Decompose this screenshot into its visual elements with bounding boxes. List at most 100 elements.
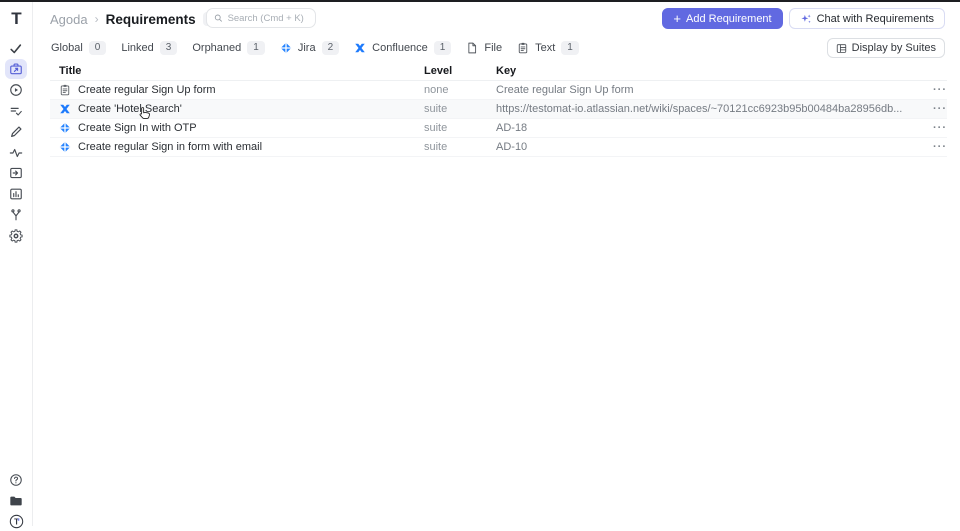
filter-jira[interactable]: Jira 2 [280,41,340,55]
filter-global-label: Global [51,42,83,54]
sidebar-item-runs[interactable] [5,80,27,100]
play-circle-icon [10,84,22,96]
filter-bar: Global 0 Linked 3 Orphaned 1 Jira 2 Conf… [51,39,579,57]
gear-icon [9,229,23,243]
row-title[interactable]: Create regular Sign Up form [78,84,216,96]
row-level: suite [424,141,448,153]
sidebar-item-requirements[interactable] [5,59,27,79]
row-title-cell: Create Sign In with OTP [50,122,424,134]
table-row[interactable]: Create 'Hotel Search' suite https://test… [50,100,947,119]
app-logo[interactable]: T [0,8,33,30]
table-layout-icon [836,43,846,53]
filter-confluence-count: 1 [433,41,452,55]
filter-confluence-label: Confluence [372,42,428,54]
filter-file[interactable]: File [466,42,502,54]
search-icon [214,14,222,22]
clipboard-icon [60,84,70,96]
display-by-suites-label: Display by Suites [851,42,936,54]
table-row[interactable]: Create Sign In with OTP suite AD-18 ··· [50,119,947,138]
sidebar-item-plans[interactable] [5,101,27,121]
filter-global-count: 0 [88,41,107,55]
sidebar-item-reports[interactable] [5,184,27,204]
sidebar-item-profile[interactable]: T [5,511,27,531]
confluence-icon [60,104,70,114]
sidebar-item-branches[interactable] [5,205,27,225]
requirements-table: Title Level Key Create regular Sign Up f… [50,62,947,157]
table-header: Title Level Key [50,62,947,81]
chat-with-requirements-label: Chat with Requirements [816,12,934,25]
filter-orphaned-count: 1 [247,41,265,55]
pulse-icon [9,148,23,158]
column-header-title[interactable]: Title [50,65,424,77]
row-level: suite [424,103,448,115]
display-by-suites-button[interactable]: Display by Suites [826,38,945,58]
search-box[interactable] [206,8,316,28]
filter-file-label: File [484,42,503,54]
table-row[interactable]: Create regular Sign in form with email s… [50,138,947,157]
sidebar-item-settings[interactable] [5,226,27,246]
filter-jira-label: Jira [297,42,316,54]
sidebar: T T [0,2,33,528]
filter-text-count: 1 [561,41,579,55]
row-menu-button[interactable]: ··· [917,141,947,153]
page-title: Requirements [105,11,196,27]
chart-icon [10,188,22,200]
sidebar-item-help[interactable] [5,470,27,490]
sidebar-item-tests[interactable] [5,39,27,59]
file-icon [468,42,477,54]
filter-text[interactable]: Text 1 [517,41,579,55]
pen-icon [11,126,22,137]
filter-orphaned-label: Orphaned [192,42,242,54]
row-key: Create regular Sign Up form [496,84,634,96]
briefcase-arrow-icon [10,63,22,75]
row-key: AD-10 [496,141,528,153]
row-menu-button[interactable]: ··· [917,103,947,115]
sparkles-icon [801,14,811,23]
row-title-cell: Create 'Hotel Search' [50,103,424,115]
row-level: none [424,84,449,96]
row-key: AD-18 [496,122,528,134]
jira-icon [59,141,71,153]
column-header-level[interactable]: Level [424,65,496,77]
sidebar-item-import[interactable] [5,163,27,183]
row-title-cell: Create regular Sign Up form [50,84,424,96]
filter-linked[interactable]: Linked 3 [121,41,178,55]
help-circle-icon [10,474,22,486]
header-actions: + Add Requirement Chat with Requirements [662,8,945,29]
search-input[interactable] [227,12,308,24]
filter-linked-label: Linked [121,42,154,54]
jira-icon [59,122,71,134]
row-title[interactable]: Create 'Hotel Search' [78,103,182,115]
breadcrumb-project[interactable]: Agoda [50,12,88,27]
row-title[interactable]: Create Sign In with OTP [78,122,197,134]
jira-icon [280,42,292,54]
filter-global[interactable]: Global 0 [51,41,107,55]
folder-icon [10,496,22,506]
filter-orphaned[interactable]: Orphaned 1 [192,41,265,55]
plus-icon: + [673,11,681,26]
row-menu-button[interactable]: ··· [917,84,947,96]
table-row[interactable]: Create regular Sign Up form none Create … [50,81,947,100]
check-icon [10,44,22,54]
sidebar-item-analytics[interactable] [5,143,27,163]
sidebar-item-workspace[interactable] [5,491,27,511]
breadcrumb-separator: › [94,12,99,26]
row-title-cell: Create regular Sign in form with email [50,141,424,153]
sidebar-item-editor[interactable] [5,122,27,142]
confluence-icon [355,43,365,53]
breadcrumb: Agoda › Requirements 4 [50,8,221,30]
add-requirement-button[interactable]: + Add Requirement [662,8,783,29]
filter-text-label: Text [535,42,556,54]
row-menu-button[interactable]: ··· [917,122,947,134]
row-title[interactable]: Create regular Sign in form with email [78,141,262,153]
row-key: https://testomat-io.atlassian.net/wiki/s… [496,103,903,115]
filter-jira-count: 2 [321,41,340,55]
branch-icon [11,209,21,221]
filter-linked-count: 3 [159,41,178,55]
chat-with-requirements-button[interactable]: Chat with Requirements [788,8,945,29]
filter-confluence[interactable]: Confluence 1 [354,41,452,55]
main-content: Agoda › Requirements 4 + Add Requirement… [34,2,960,526]
clipboard-icon [518,42,528,54]
import-icon [10,167,22,179]
column-header-key[interactable]: Key [496,65,917,77]
